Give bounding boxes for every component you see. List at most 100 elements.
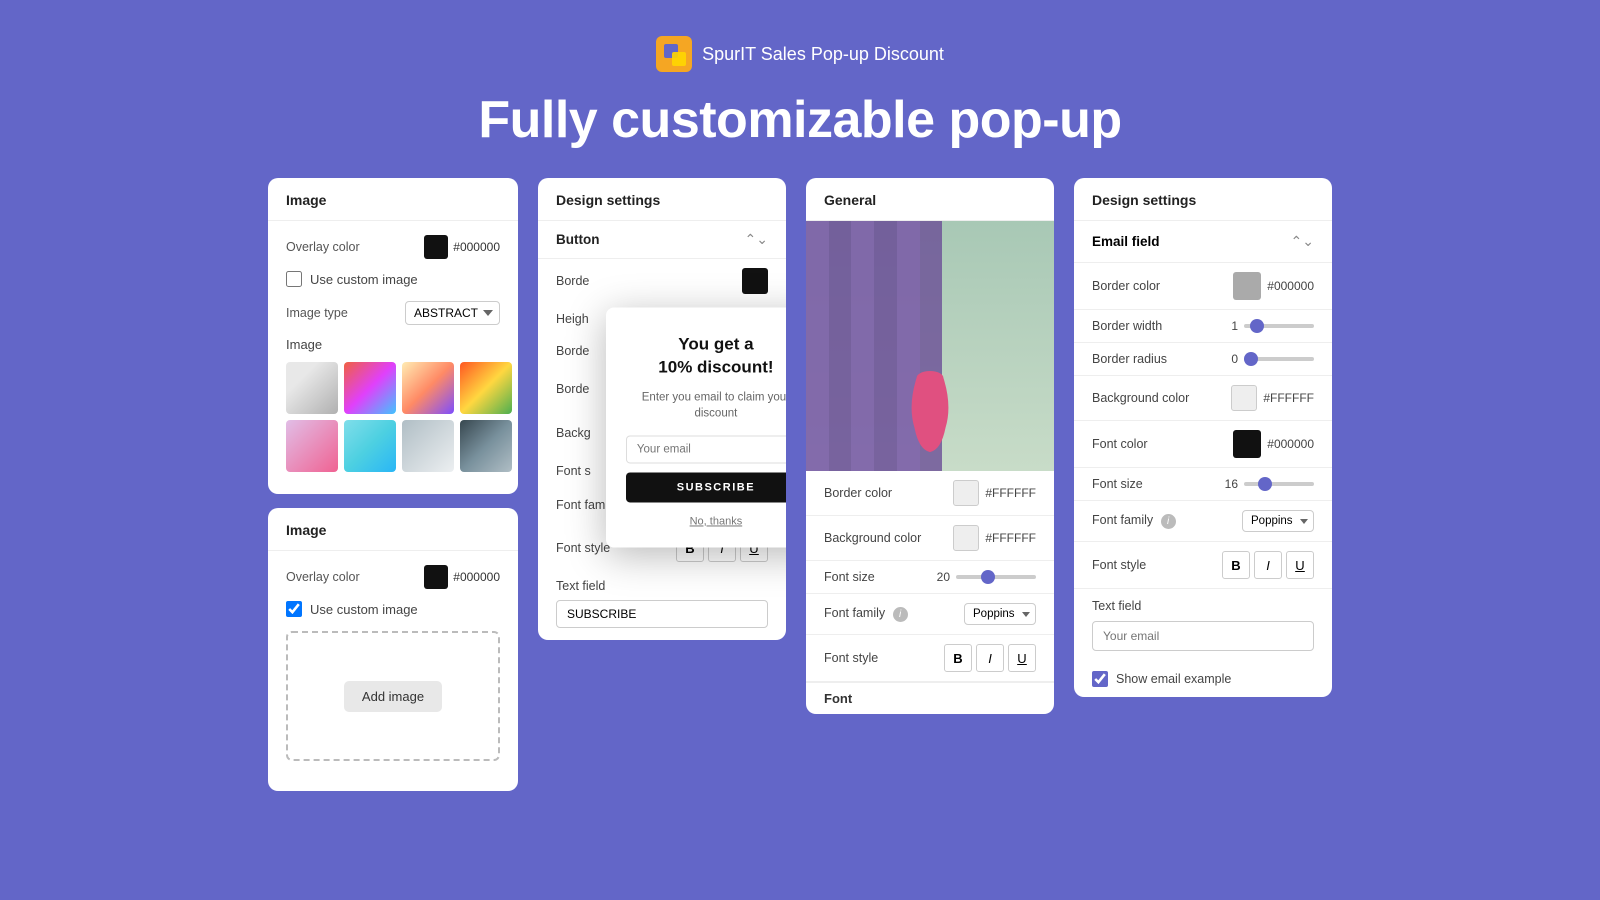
left-panels-stack: Image Overlay color #000000 Use custom i… <box>268 178 518 791</box>
panel4-underline-btn[interactable]: U <box>1286 551 1314 579</box>
use-custom-image-row-b[interactable]: Use custom image <box>286 601 500 617</box>
dp2-label-borde2: Borde <box>556 344 589 358</box>
panel3-font-size-wrap: 20 <box>937 570 1036 584</box>
panel4-font-family-row: Font family i Poppins <box>1074 501 1332 542</box>
add-image-area[interactable]: Add image <box>286 631 500 761</box>
panel4-font-color-row: Font color #000000 <box>1074 421 1332 468</box>
modal-email-input[interactable] <box>626 435 786 463</box>
panel4-border-color-row: Border color #000000 <box>1074 263 1332 310</box>
dp2-label-back: Backg <box>556 426 591 440</box>
panel3-border-hex: #FFFFFF <box>985 486 1036 500</box>
image-thumb-3[interactable] <box>402 362 454 414</box>
use-custom-image-checkbox[interactable] <box>286 271 302 287</box>
dp2-label-borde3: Borde <box>556 382 589 396</box>
modal-box[interactable]: ✕ You get a10% discount! Enter you email… <box>606 308 786 547</box>
panel4-font-slider[interactable] <box>1244 482 1314 486</box>
overlay-color-row-b: Overlay color #000000 <box>286 565 500 589</box>
panel4-font-style-row: Font style B I U <box>1074 542 1332 589</box>
panel4-border-color-val: #000000 <box>1233 272 1314 300</box>
dp2-label-font-s: Font s <box>556 464 591 478</box>
panel4-border-width-label: Border width <box>1092 319 1162 333</box>
panel4-border-swatch[interactable] <box>1233 272 1261 300</box>
panel4-italic-btn[interactable]: I <box>1254 551 1282 579</box>
image-type-label: Image type <box>286 306 348 320</box>
panel3-bg-color-val: #FFFFFF <box>953 525 1036 551</box>
panel4-text-field-input[interactable] <box>1092 621 1314 651</box>
dp2-text-field-input[interactable] <box>556 600 768 628</box>
dp2-borde-row1: Borde <box>538 259 786 303</box>
use-custom-image-row[interactable]: Use custom image <box>286 271 500 287</box>
dp2-label-height: Heigh <box>556 312 589 326</box>
panel4-font-style-label: Font style <box>1092 558 1146 572</box>
overlay-color-hex-b: #000000 <box>453 570 500 584</box>
panel4-border-radius-wrap: 0 <box>1231 352 1314 366</box>
panel3-font-size-val: 20 <box>937 570 950 584</box>
panel-general: General Border color #FFFFFF <box>806 178 1054 714</box>
use-custom-image-checkbox-b[interactable] <box>286 601 302 617</box>
panel4-bold-btn[interactable]: B <box>1222 551 1250 579</box>
panel4-border-width-slider[interactable] <box>1244 324 1314 328</box>
button-section-label: Button <box>556 232 599 247</box>
image-thumb-1[interactable] <box>286 362 338 414</box>
image-thumb-7[interactable] <box>402 420 454 472</box>
panel4-border-width-val: 1 <box>1231 319 1238 333</box>
panel2-title: Design settings <box>538 178 786 221</box>
image-thumb-4[interactable] <box>460 362 512 414</box>
add-image-button[interactable]: Add image <box>344 681 442 712</box>
panel3-image-preview <box>806 221 1054 471</box>
panel3-font-style-group: B I U <box>944 644 1036 672</box>
panel4-bg-swatch[interactable] <box>1231 385 1257 411</box>
image-section-label: Image <box>286 337 500 352</box>
panel3-font-family-info-icon: i <box>893 607 908 622</box>
panel4-border-radius-val: 0 <box>1231 352 1238 366</box>
panel3-font-slider[interactable] <box>956 575 1036 579</box>
panel4-font-size-label: Font size <box>1092 477 1143 491</box>
panel3-bold-btn[interactable]: B <box>944 644 972 672</box>
panel4-font-size-val: 16 <box>1225 477 1238 491</box>
modal-subscribe-button[interactable]: SUBSCRIBE <box>626 472 786 502</box>
panel4-text-field-section: Text field <box>1074 589 1332 661</box>
panel3-underline-btn[interactable]: U <box>1008 644 1036 672</box>
panel3-font-size-label: Font size <box>824 570 875 584</box>
overlay-color-hex: #000000 <box>453 240 500 254</box>
overlay-color-swatch-b[interactable] <box>424 565 448 589</box>
panel1b-title: Image <box>268 508 518 551</box>
image-thumb-6[interactable] <box>344 420 396 472</box>
panel3-font-family-select[interactable]: Poppins <box>964 603 1036 625</box>
panel3-border-color-val: #FFFFFF <box>953 480 1036 506</box>
logo-row: SpurIT Sales Pop-up Discount <box>0 36 1600 72</box>
image-thumb-8[interactable] <box>460 420 512 472</box>
panel3-border-color-label: Border color <box>824 486 892 500</box>
image-thumb-2[interactable] <box>344 362 396 414</box>
panel4-border-color-label: Border color <box>1092 279 1160 293</box>
panel4-font-swatch[interactable] <box>1233 430 1261 458</box>
overlay-color-swatch[interactable] <box>424 235 448 259</box>
button-section-row: Button ⌃⌄ <box>538 221 786 259</box>
panel-design-right: Design settings Email field ⌃⌄ Border co… <box>1074 178 1332 697</box>
modal-no-thanks-button[interactable]: No, thanks <box>690 515 743 527</box>
panel4-font-size-row: Font size 16 <box>1074 468 1332 501</box>
use-custom-image-label: Use custom image <box>310 272 418 287</box>
email-field-label: Email field <box>1092 234 1160 249</box>
panel3-bg-swatch[interactable] <box>953 525 979 551</box>
dp2-label-borde1: Borde <box>556 274 589 288</box>
panel4-font-family-select[interactable]: Poppins <box>1242 510 1314 532</box>
panel3-border-swatch[interactable] <box>953 480 979 506</box>
panel3-italic-btn[interactable]: I <box>976 644 1004 672</box>
modal-subtitle: Enter you email to claim your discount <box>626 390 786 422</box>
main-title: Fully customizable pop-up <box>0 90 1600 150</box>
panel4-font-style-group: B I U <box>1222 551 1314 579</box>
panel4-border-radius-slider[interactable] <box>1244 357 1314 361</box>
image-grid <box>286 362 500 472</box>
panel4-border-radius-label: Border radius <box>1092 352 1167 366</box>
image-thumb-5[interactable] <box>286 420 338 472</box>
button-chevron-icon: ⌃⌄ <box>745 231 768 248</box>
dp2-swatch-borde1[interactable] <box>742 268 768 294</box>
panel3-bg-hex: #FFFFFF <box>985 531 1036 545</box>
show-email-checkbox[interactable] <box>1092 671 1108 687</box>
panel-design-settings: Design settings Button ⌃⌄ Borde Heigh Bo… <box>538 178 786 640</box>
image-type-select[interactable]: ABSTRACT <box>405 301 500 325</box>
panel4-font-color-label: Font color <box>1092 437 1148 451</box>
panel3-bg-color-row: Background color #FFFFFF <box>806 516 1054 561</box>
email-field-chevron-icon: ⌃⌄ <box>1291 233 1314 250</box>
